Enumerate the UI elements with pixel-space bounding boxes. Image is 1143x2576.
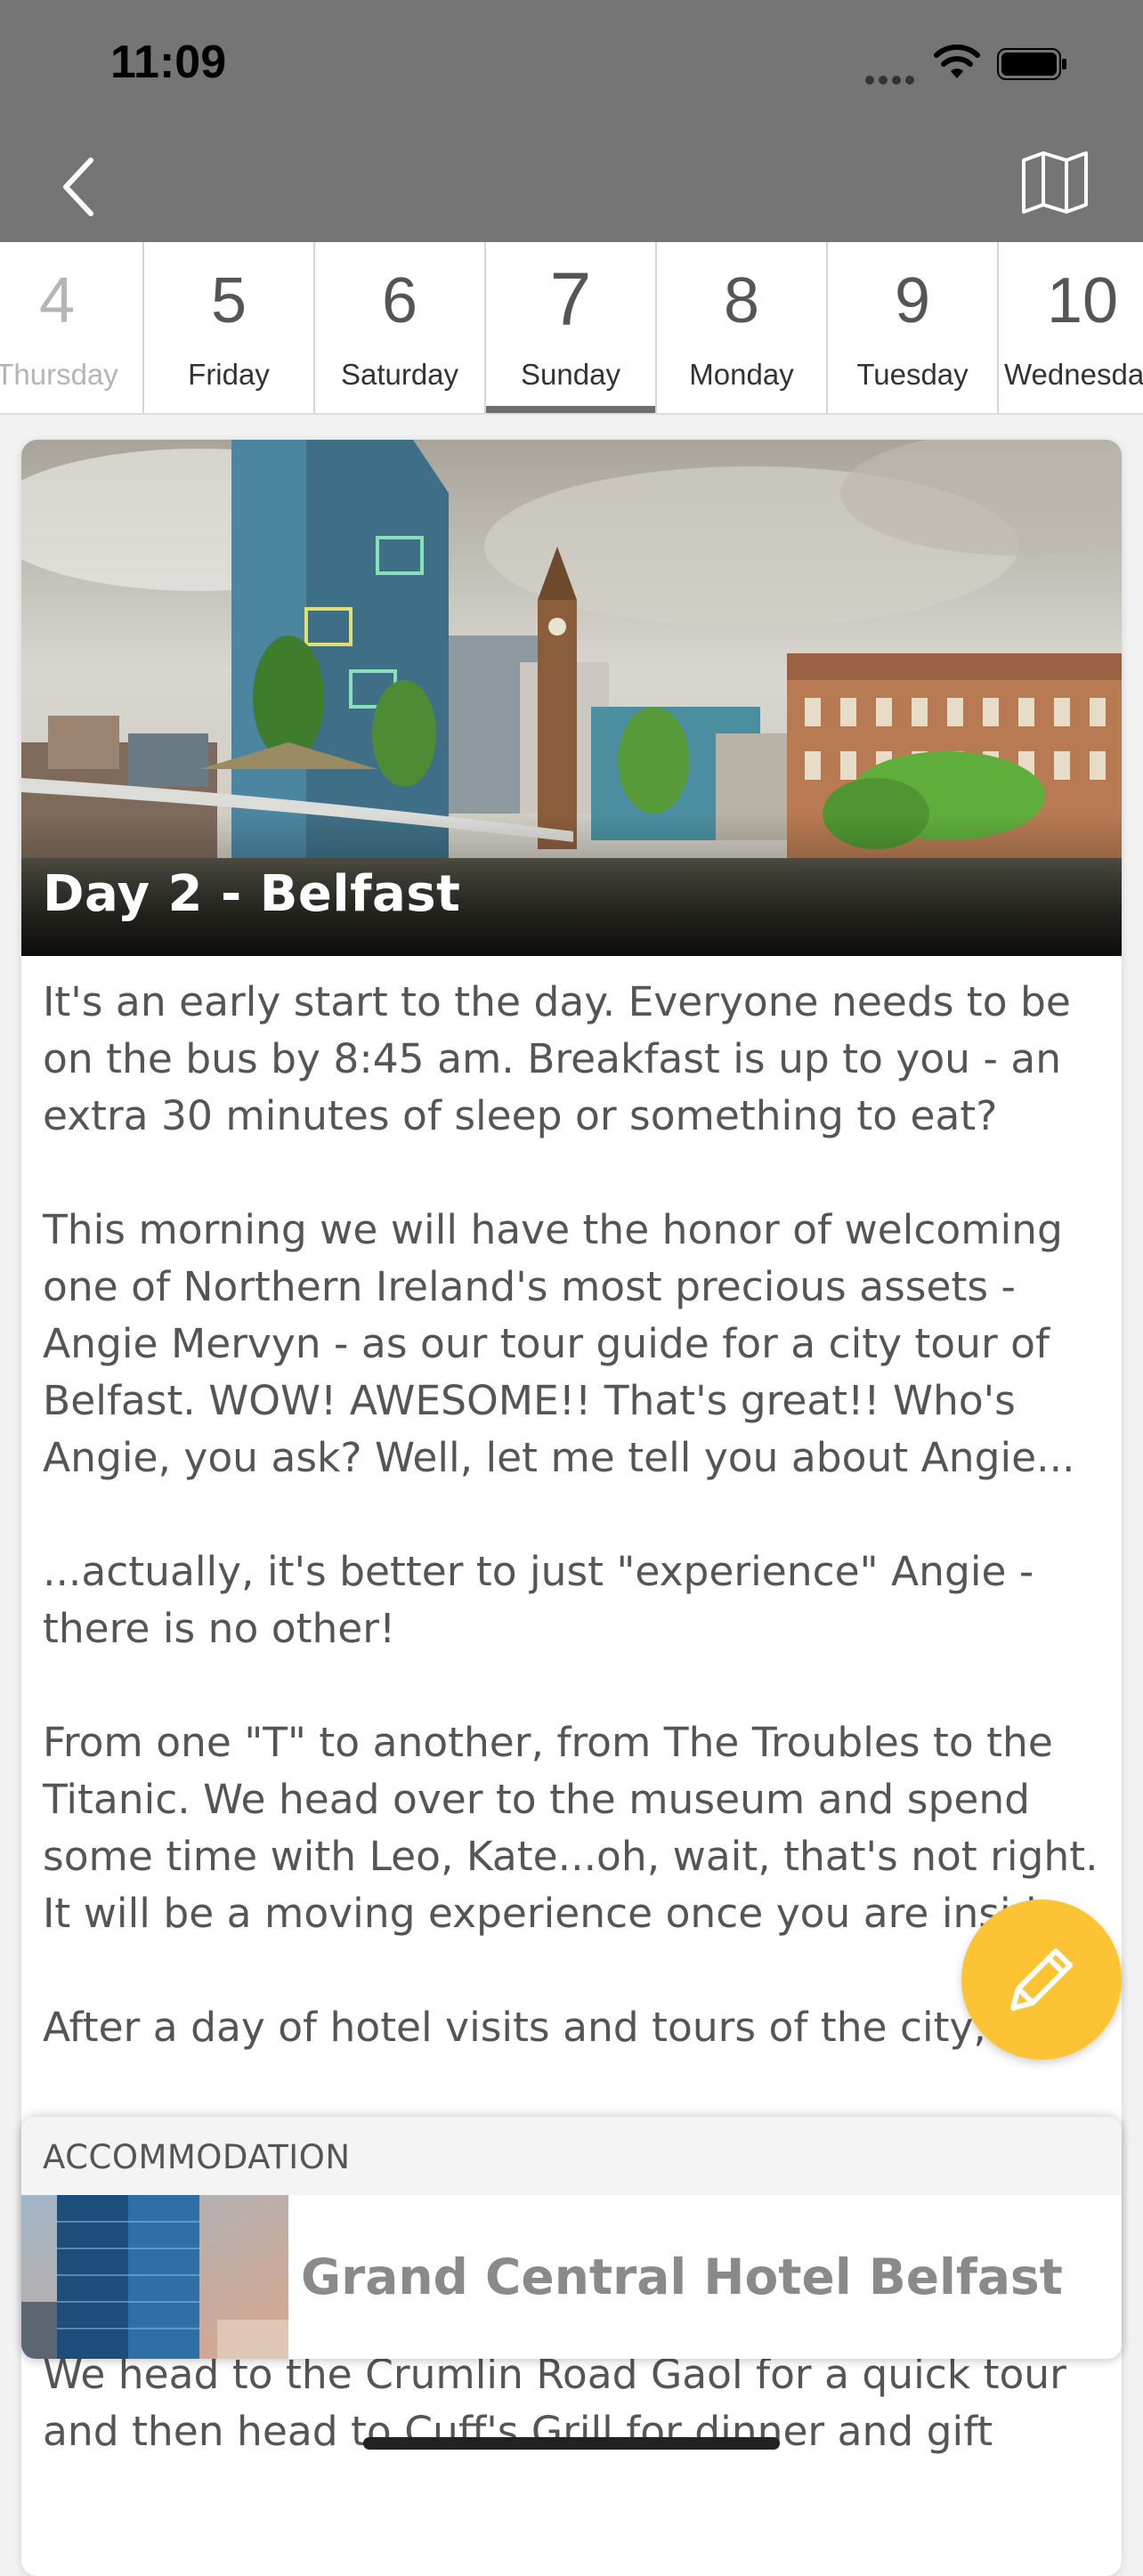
day-number: 8	[723, 265, 760, 336]
day-name: Sunday	[521, 358, 620, 391]
status-time: 11:09	[110, 36, 227, 88]
day-number: 6	[381, 265, 418, 336]
description-paragraph: It's an early start to the day. Everyone…	[43, 978, 1071, 1139]
day-number: 5	[210, 265, 247, 336]
day-tab-friday[interactable]: 5 Friday	[144, 242, 315, 413]
description-paragraph: ...actually, it's better to just "experi…	[43, 1548, 1034, 1652]
pencil-icon	[1010, 1948, 1073, 2011]
day-tab-saturday[interactable]: 6 Saturday	[315, 242, 486, 413]
wifi-icon	[934, 45, 980, 78]
description-paragraph: After a day of hotel visits and tours of…	[43, 2004, 1059, 2051]
battery-icon	[997, 48, 1066, 80]
back-chevron-icon[interactable]	[52, 151, 105, 223]
day-name: Tuesday	[856, 358, 969, 391]
day-name: Friday	[188, 358, 270, 391]
accommodation-panel[interactable]: ACCOMMODATION Grand Central Hotel Belfas…	[21, 2117, 1122, 2359]
day-tab-wednesday[interactable]: 10 Wednesday	[999, 242, 1143, 413]
accommodation-label: ACCOMMODATION	[43, 2138, 351, 2176]
day-description: It's an early start to the day. Everyone…	[43, 974, 1104, 2113]
day-tab-sunday[interactable]: 7 Sunday	[486, 242, 657, 413]
description-paragraph: This morning we will have the honor of w…	[43, 1206, 1075, 1481]
day-number: 9	[894, 265, 931, 336]
day-number: 10	[1047, 265, 1119, 336]
day-number: 4	[38, 265, 76, 336]
description-paragraph: From one "T" to another, from The Troubl…	[43, 1719, 1098, 1937]
edit-button[interactable]	[961, 1900, 1122, 2060]
home-indicator	[363, 2437, 780, 2450]
hotel-name: Grand Central Hotel Belfast	[301, 2248, 1063, 2305]
top-bar: 11:09	[0, 0, 1143, 242]
day-name: Thursday	[0, 358, 118, 391]
day-name: Saturday	[340, 358, 459, 391]
map-icon[interactable]	[1020, 150, 1090, 215]
hotel-photo	[21, 2195, 288, 2359]
day-tab-monday[interactable]: 8 Monday	[657, 242, 828, 413]
day-title: Day 2 - Belfast	[43, 865, 461, 923]
day-selector: 4 Thursday 5 Friday 6 Saturday 7 Sunday …	[0, 242, 1143, 415]
hotel-thumbnail	[21, 2195, 288, 2359]
hero-image: Day 2 - Belfast	[21, 440, 1122, 956]
day-tab-thursday[interactable]: 4 Thursday	[0, 242, 144, 413]
day-name: Monday	[689, 358, 794, 391]
day-number: 7	[549, 257, 592, 341]
day-tab-tuesday[interactable]: 9 Tuesday	[828, 242, 999, 413]
cellular-signal-icon	[865, 71, 919, 85]
accommodation-header: ACCOMMODATION	[21, 2117, 1122, 2195]
day-name: Wednesday	[1004, 358, 1143, 391]
